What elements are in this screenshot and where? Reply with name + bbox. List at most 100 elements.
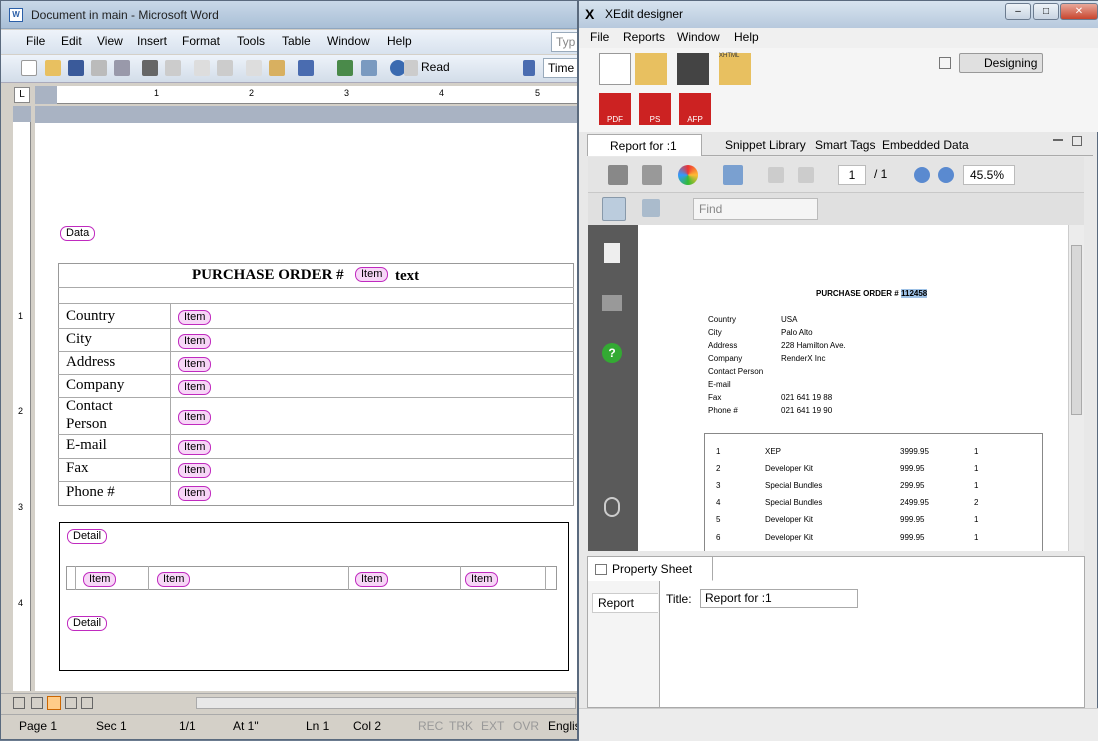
save-report-icon[interactable] bbox=[677, 53, 709, 85]
menu-help[interactable]: Help bbox=[387, 34, 412, 48]
menu-tools[interactable]: Tools bbox=[237, 34, 265, 48]
export-pdf-icon[interactable]: PDF bbox=[599, 93, 631, 125]
menu-file[interactable]: File bbox=[26, 34, 45, 48]
new-report-icon[interactable] bbox=[599, 53, 631, 85]
fit-width-icon[interactable] bbox=[602, 197, 626, 221]
status-trk[interactable]: TRK bbox=[449, 719, 473, 733]
outline-view-icon[interactable] bbox=[65, 697, 77, 709]
detail-end-tag[interactable]: Detail bbox=[67, 616, 108, 631]
item-tag[interactable]: Item bbox=[178, 310, 212, 325]
item-tag[interactable]: Item bbox=[355, 267, 389, 282]
research-icon[interactable] bbox=[217, 60, 233, 76]
undo-icon[interactable] bbox=[298, 60, 314, 76]
maximize-view-icon[interactable] bbox=[1072, 136, 1082, 146]
new-perspective-icon[interactable] bbox=[939, 57, 951, 69]
document-page[interactable]: Data PURCHASE ORDER # Item text Country … bbox=[35, 106, 577, 691]
print-preview-icon[interactable] bbox=[165, 60, 181, 76]
read-button[interactable]: Read bbox=[421, 60, 450, 74]
tab-snippet-library[interactable]: Snippet Library bbox=[719, 134, 812, 156]
close-button[interactable]: ✕ bbox=[1060, 3, 1098, 20]
tab-embedded-data[interactable]: Embedded Data bbox=[876, 134, 975, 156]
export-ps-icon[interactable]: PS bbox=[639, 93, 671, 125]
item-tag[interactable]: Item bbox=[178, 380, 212, 395]
open-xhtml-icon[interactable]: XHTML bbox=[719, 53, 751, 85]
export-icon[interactable] bbox=[723, 165, 743, 185]
previous-page-icon[interactable] bbox=[768, 167, 784, 183]
open-folder-icon[interactable] bbox=[45, 60, 61, 76]
toolbar-options-icon[interactable] bbox=[523, 60, 535, 76]
normal-view-icon[interactable] bbox=[13, 697, 25, 709]
item-tag[interactable]: Item bbox=[157, 572, 191, 587]
report-preview[interactable]: PURCHASE ORDER # 112458 Country USA City… bbox=[638, 225, 1068, 551]
item-tag[interactable]: Item bbox=[178, 440, 212, 455]
scrollbar-thumb[interactable] bbox=[1071, 245, 1082, 415]
email-icon[interactable] bbox=[114, 60, 130, 76]
pages-icon[interactable] bbox=[604, 243, 620, 263]
maximize-button[interactable]: □ bbox=[1033, 3, 1059, 20]
designing-perspective-button[interactable]: Designing bbox=[959, 53, 1043, 73]
next-page-icon[interactable] bbox=[798, 167, 814, 183]
menu-format[interactable]: Format bbox=[182, 34, 220, 48]
font-name-input[interactable]: Time bbox=[543, 58, 577, 78]
menu-file[interactable]: File bbox=[590, 30, 609, 44]
title-input[interactable]: Report for :1 bbox=[700, 589, 858, 608]
preview-vertical-scrollbar[interactable] bbox=[1068, 225, 1084, 551]
text-tag[interactable]: text bbox=[395, 268, 419, 285]
table-icon[interactable] bbox=[361, 60, 377, 76]
export-afp-icon[interactable]: AFP bbox=[679, 93, 711, 125]
hyperlink-icon[interactable] bbox=[337, 60, 353, 76]
item-tag[interactable]: Item bbox=[178, 334, 212, 349]
tab-smart-tags[interactable]: Smart Tags bbox=[809, 134, 881, 156]
item-tag[interactable]: Item bbox=[465, 572, 499, 587]
item-tag[interactable]: Item bbox=[178, 357, 212, 372]
binoculars-icon[interactable] bbox=[602, 295, 622, 311]
tab-report-for-1[interactable]: Report for :1 bbox=[587, 134, 702, 156]
print-icon[interactable] bbox=[142, 60, 158, 76]
detail-start-tag[interactable]: Detail bbox=[67, 529, 108, 544]
help-icon[interactable]: ? bbox=[602, 343, 622, 363]
menu-insert[interactable]: Insert bbox=[137, 34, 167, 48]
permission-icon[interactable] bbox=[91, 60, 107, 76]
open-report-icon[interactable] bbox=[635, 53, 667, 85]
data-tag[interactable]: Data bbox=[60, 226, 96, 241]
web-view-icon[interactable] bbox=[31, 697, 43, 709]
refresh-icon[interactable] bbox=[678, 165, 698, 185]
menu-edit[interactable]: Edit bbox=[61, 34, 82, 48]
fit-page-icon[interactable] bbox=[642, 199, 660, 217]
minimize-button[interactable]: – bbox=[1005, 3, 1031, 20]
read-book-icon[interactable] bbox=[404, 60, 418, 76]
spelling-icon[interactable] bbox=[194, 60, 210, 76]
zoom-out-icon[interactable] bbox=[914, 167, 930, 183]
item-tag[interactable]: Item bbox=[355, 572, 389, 587]
zoom-level-select[interactable]: 45.5% bbox=[963, 165, 1015, 185]
print-layout-icon[interactable] bbox=[47, 696, 61, 710]
category-report[interactable]: Report bbox=[592, 593, 658, 613]
menu-table[interactable]: Table bbox=[282, 34, 311, 48]
reading-view-icon[interactable] bbox=[81, 697, 93, 709]
menu-window[interactable]: Window bbox=[327, 34, 370, 48]
find-input[interactable]: Find bbox=[693, 198, 818, 220]
save-icon[interactable] bbox=[642, 165, 662, 185]
vertical-ruler[interactable]: 1 2 3 4 bbox=[13, 106, 31, 691]
attachment-icon[interactable] bbox=[604, 497, 620, 517]
page-number-input[interactable]: 1 bbox=[838, 165, 866, 185]
minimize-view-icon[interactable] bbox=[1053, 139, 1063, 141]
paste-icon[interactable] bbox=[269, 60, 285, 76]
item-tag[interactable]: Item bbox=[178, 486, 212, 501]
menu-reports[interactable]: Reports bbox=[623, 30, 665, 44]
tab-selector[interactable]: L bbox=[14, 87, 30, 103]
item-tag[interactable]: Item bbox=[178, 410, 212, 425]
ask-question-input[interactable]: Typ bbox=[551, 32, 577, 52]
new-document-icon[interactable] bbox=[21, 60, 37, 76]
zoom-in-icon[interactable] bbox=[938, 167, 954, 183]
item-tag[interactable]: Item bbox=[83, 572, 117, 587]
status-rec[interactable]: REC bbox=[418, 719, 443, 733]
horizontal-scrollbar[interactable] bbox=[196, 697, 576, 709]
copy-icon[interactable] bbox=[246, 60, 262, 76]
menu-window[interactable]: Window bbox=[677, 30, 720, 44]
status-ovr[interactable]: OVR bbox=[513, 719, 539, 733]
save-icon[interactable] bbox=[68, 60, 84, 76]
item-tag[interactable]: Item bbox=[178, 463, 212, 478]
menu-view[interactable]: View bbox=[97, 34, 123, 48]
status-ext[interactable]: EXT bbox=[481, 719, 504, 733]
